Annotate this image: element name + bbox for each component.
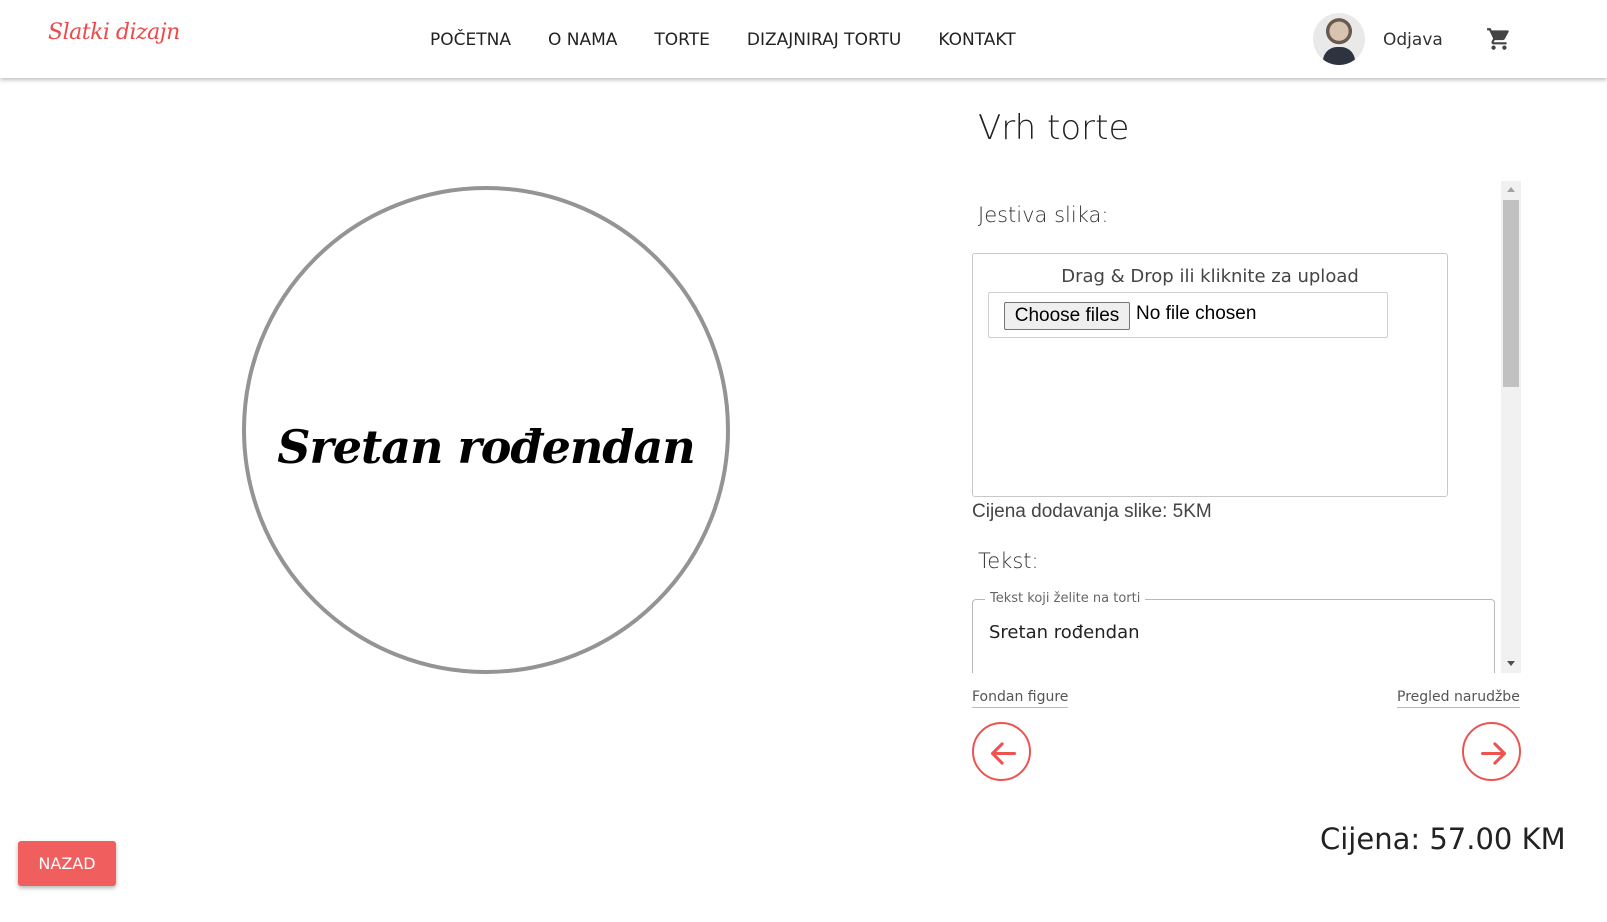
options-scroll-area[interactable]: Jestiva slika: Drag & Drop ili kliknite …	[968, 181, 1521, 673]
cake-preview-text: Sretan rođendan	[277, 420, 695, 474]
cake-text-input[interactable]	[989, 622, 1469, 643]
arrow-left-icon	[990, 742, 1017, 765]
scrollbar-thumb[interactable]	[1503, 200, 1519, 387]
prev-step-button[interactable]	[972, 722, 1031, 781]
cake-text-field[interactable]: Tekst koji želite na torti	[972, 591, 1495, 673]
back-button[interactable]: NAZAD	[18, 841, 116, 886]
nav-item-dizajniraj-tortu[interactable]: DIZAJNIRAJ TORTU	[747, 30, 901, 50]
edible-image-heading: Jestiva slika:	[978, 203, 1109, 227]
next-step-label[interactable]: Pregled narudžbe	[1397, 689, 1520, 708]
image-dropzone[interactable]: Drag & Drop ili kliknite za upload Choos…	[972, 253, 1448, 497]
image-price-note: Cijena dodavanja slike: 5KM	[972, 501, 1212, 522]
logout-link[interactable]: Odjava	[1383, 30, 1443, 50]
nav-item-torte[interactable]: TORTE	[654, 30, 709, 50]
file-status: No file chosen	[1136, 303, 1257, 324]
nav-item-pocetna[interactable]: POČETNA	[430, 30, 511, 50]
total-price: Cijena: 57.00 KM	[1320, 822, 1566, 856]
logo[interactable]: Slatki dizajn	[48, 20, 180, 45]
top-navbar: Slatki dizajn POČETNA O NAMA TORTE DIZAJ…	[0, 0, 1607, 78]
next-step-button[interactable]	[1462, 722, 1521, 781]
choose-files-button[interactable]: Choose files	[1004, 302, 1130, 330]
nav-item-o-nama[interactable]: O NAMA	[548, 30, 617, 50]
scroll-up-arrow-icon[interactable]	[1507, 187, 1515, 192]
avatar[interactable]	[1313, 13, 1365, 65]
dropzone-text: Drag & Drop ili kliknite za upload	[1061, 266, 1359, 287]
shopping-cart-icon[interactable]	[1486, 26, 1512, 52]
text-heading: Tekst:	[978, 549, 1039, 573]
page-title: Vrh torte	[978, 108, 1130, 148]
main-nav: POČETNA O NAMA TORTE DIZAJNIRAJ TORTU KO…	[430, 30, 1053, 50]
prev-step-label[interactable]: Fondan figure	[972, 689, 1069, 708]
nav-item-kontakt[interactable]: KONTAKT	[938, 30, 1015, 50]
file-input[interactable]: Choose files No file chosen	[988, 292, 1388, 338]
cake-text-field-label: Tekst koji želite na torti	[985, 591, 1146, 606]
options-scrollbar[interactable]	[1501, 181, 1521, 673]
arrow-right-icon	[1480, 742, 1507, 765]
scroll-down-arrow-icon[interactable]	[1507, 661, 1515, 666]
